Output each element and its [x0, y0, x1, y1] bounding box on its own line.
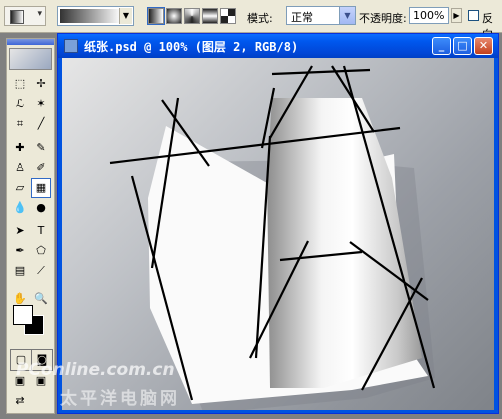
opacity-field[interactable]: 100%	[409, 7, 449, 24]
lasso-tool-icon[interactable]: ℒ	[10, 94, 30, 114]
path-select-tool-icon[interactable]: ➤	[10, 221, 30, 241]
psd-file-icon	[64, 39, 78, 53]
history-brush-tool-icon[interactable]: ✐	[31, 158, 51, 178]
eraser-tool-icon[interactable]: ▱	[10, 178, 30, 198]
type-tool-icon[interactable]: T	[31, 221, 51, 241]
diamond-gradient-button[interactable]	[220, 8, 236, 24]
minimize-button[interactable]: _	[432, 37, 451, 55]
close-button[interactable]: ✕	[474, 37, 493, 55]
mode-label: 模式:	[247, 12, 273, 25]
maximize-button[interactable]: □	[453, 37, 472, 55]
gradient-tool-icon	[10, 10, 24, 24]
dodge-tool-icon[interactable]: ●	[31, 198, 51, 218]
toolbox: ⬚ ✢ ℒ ✶ ⌗ ╱ ✚ ✎ ♙ ✐ ▱ ▦ 💧 ● ➤ T ✒ ⬠ ▤ ⟋ ✋ 🔍 ▢ ◙ ▣ ▣ ⇄	[6, 38, 55, 414]
mode-value: 正常	[291, 11, 313, 24]
document-window: 纸张.psd @ 100% (图层 2, RGB/8) _ □ ✕	[57, 33, 499, 414]
canvas-artwork	[109, 65, 436, 410]
chevron-right-icon[interactable]: ▶	[451, 8, 462, 23]
slice-tool-icon[interactable]: ╱	[31, 114, 51, 134]
shape-tool-icon[interactable]: ⬠	[31, 241, 51, 261]
reflected-gradient-button[interactable]	[202, 8, 218, 24]
tool-preset-picker[interactable]: ▾	[4, 6, 46, 26]
angle-gradient-button[interactable]	[184, 8, 200, 24]
eyedropper-tool-icon[interactable]: ⟋	[31, 261, 51, 281]
chevron-down-icon[interactable]: ▼	[119, 8, 132, 24]
chevron-down-icon[interactable]: ▼	[339, 7, 355, 24]
opacity-label: 不透明度:	[359, 12, 407, 25]
magic-wand-tool-icon[interactable]: ✶	[31, 94, 51, 114]
gradient-picker[interactable]: ▼	[57, 6, 134, 26]
crop-tool-icon[interactable]: ⌗	[10, 114, 30, 134]
document-title-bar[interactable]: 纸张.psd @ 100% (图层 2, RGB/8) _ □ ✕	[58, 34, 498, 58]
marquee-tool-icon[interactable]: ⬚	[10, 74, 30, 94]
jump-to-imageready-icon[interactable]: ⇄	[10, 391, 30, 411]
zoom-tool-icon[interactable]: 🔍	[31, 289, 51, 309]
mode-select[interactable]: 正常 ▼	[286, 6, 356, 25]
reverse-checkbox[interactable]	[468, 10, 479, 21]
clone-stamp-tool-icon[interactable]: ♙	[10, 158, 30, 178]
toolbox-title-bar[interactable]	[7, 39, 54, 45]
feather-logo-icon[interactable]	[9, 48, 52, 70]
gradient-tool-icon[interactable]: ▦	[31, 178, 51, 198]
notes-tool-icon[interactable]: ▤	[10, 261, 30, 281]
blur-tool-icon[interactable]: 💧	[10, 198, 30, 218]
move-tool-icon[interactable]: ✢	[31, 74, 51, 94]
pen-tool-icon[interactable]: ✒	[10, 241, 30, 261]
foreground-color-swatch[interactable]	[13, 305, 33, 325]
gradient-preview	[60, 9, 121, 23]
document-title: 纸张.psd @ 100% (图层 2, RGB/8)	[84, 40, 299, 54]
brush-tool-icon[interactable]: ✎	[31, 138, 51, 158]
chevron-down-icon: ▾	[37, 9, 42, 19]
watermark-text: PConline.com.cn	[16, 360, 175, 380]
options-bar: ▾ ▼ 模式: 正常 ▼ 不透明度: 100% ▶ 反向	[0, 0, 502, 41]
image-canvas[interactable]	[62, 58, 494, 410]
healing-brush-tool-icon[interactable]: ✚	[10, 138, 30, 158]
linear-gradient-button[interactable]	[147, 7, 165, 25]
radial-gradient-button[interactable]	[166, 8, 182, 24]
watermark-text-chinese: 太平洋电脑网	[60, 389, 180, 409]
opacity-value: 100%	[413, 9, 445, 22]
